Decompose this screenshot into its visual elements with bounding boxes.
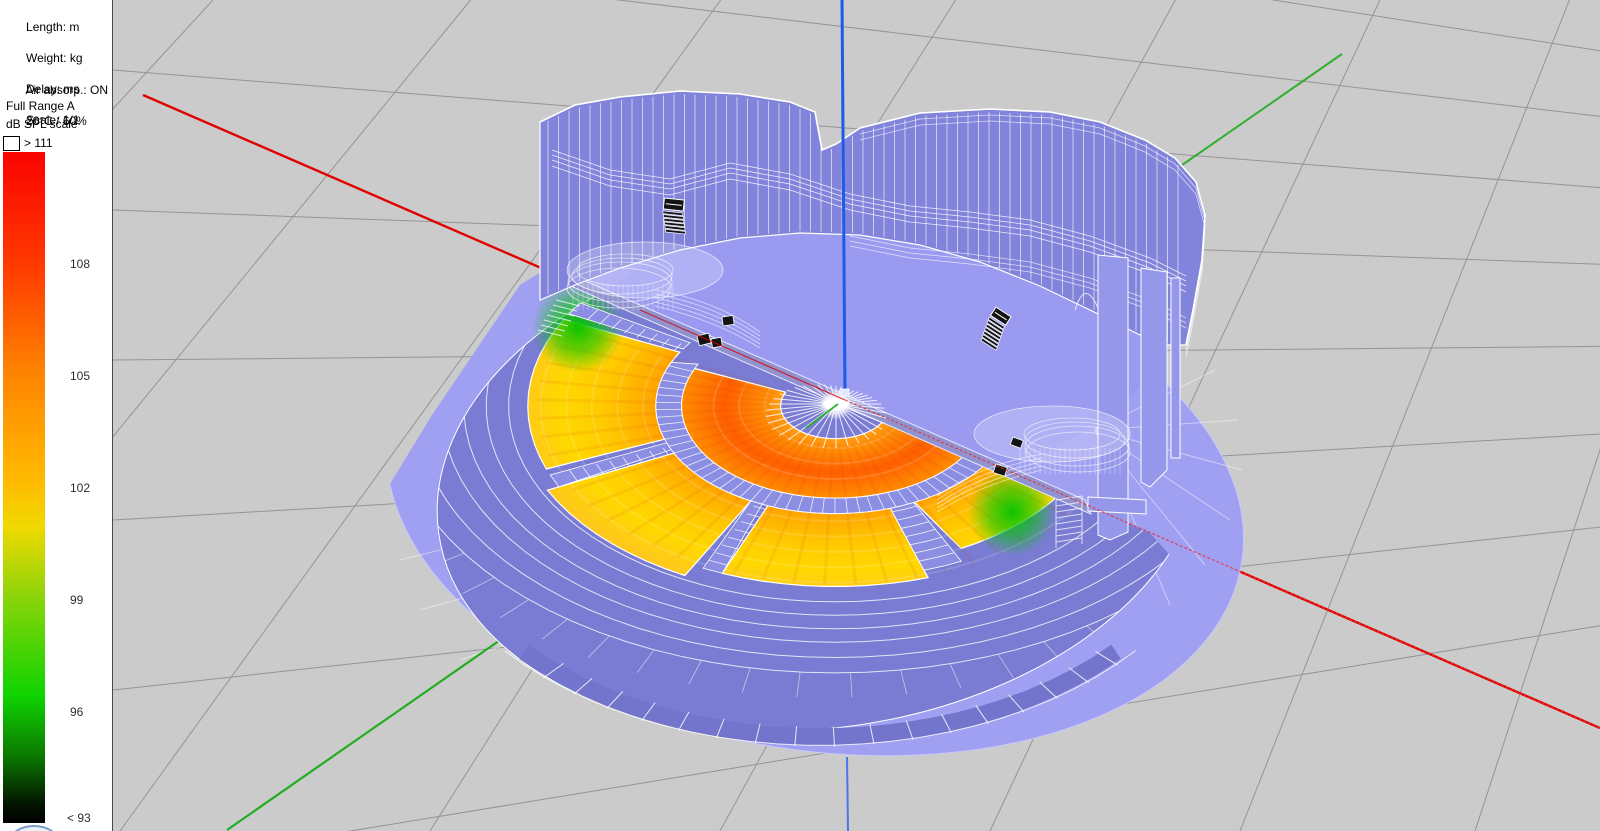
stage-speaker <box>722 315 734 325</box>
app-window: Length: m Weight: kg Delay: ms Scale: 1/… <box>0 0 1600 831</box>
spl-tick-label: 102 <box>70 481 90 495</box>
spl-over-range-swatch <box>3 136 20 151</box>
spl-under-range-label: < 93 <box>67 811 91 825</box>
unit-length: Length: m <box>26 20 79 34</box>
spl-scale-title: dB SPL scale <box>6 117 78 133</box>
spl-over-range-label: > 111 <box>24 136 53 150</box>
unit-weight: Weight: kg <box>26 51 82 65</box>
legend-sidebar: Length: m Weight: kg Delay: ms Scale: 1/… <box>0 0 113 831</box>
app-logo-icon <box>10 825 58 831</box>
spl-color-scale-bar <box>3 152 45 823</box>
frequency-band-label: Full Range A <box>6 99 75 115</box>
spl-tick-label: 96 <box>70 705 83 719</box>
spl-tick-label: 105 <box>70 369 90 383</box>
spl-tick-label: 108 <box>70 257 90 271</box>
3d-viewport[interactable] <box>0 0 1600 831</box>
z-axis-lower <box>847 757 848 831</box>
venue-3d-scene <box>0 0 1600 831</box>
spl-tick-label: 99 <box>70 593 83 607</box>
air-absorption-state: Air absorp.: ON <box>25 83 108 97</box>
origin-marker <box>841 389 849 396</box>
